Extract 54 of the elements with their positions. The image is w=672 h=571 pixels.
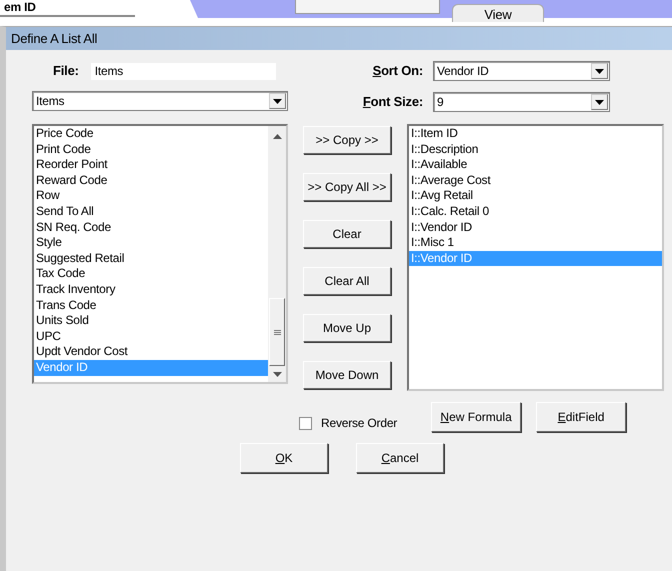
scroll-up-icon[interactable] — [272, 134, 282, 140]
list-item[interactable]: Price Code — [34, 126, 268, 142]
font-size-label: Font Size: — [362, 93, 423, 112]
scroll-thumb[interactable] — [269, 298, 285, 366]
list-item[interactable]: Reorder Point — [34, 157, 268, 173]
file-dropdown[interactable]: Items — [32, 91, 288, 111]
list-item[interactable]: Print Code — [34, 142, 268, 158]
list-item[interactable]: I::Available — [409, 157, 662, 173]
action-button[interactable]: Move Down — [303, 361, 391, 389]
list-item[interactable]: Style — [34, 235, 268, 251]
action-button[interactable]: Clear — [303, 220, 391, 248]
dropdown-arrow-icon[interactable] — [273, 98, 282, 104]
view-tab[interactable]: View — [452, 4, 544, 22]
list-item[interactable]: UPC — [34, 328, 268, 344]
list-item[interactable]: I::Average Cost — [409, 172, 662, 188]
list-item[interactable]: I::Vendor ID — [409, 220, 662, 236]
list-item[interactable]: Updt Vendor Cost — [34, 344, 268, 360]
scroll-down-icon[interactable] — [272, 372, 282, 378]
list-item[interactable]: I::Misc 1 — [409, 235, 662, 251]
window-title: Define A List All — [6, 27, 672, 50]
dialog-button[interactable]: Cancel — [356, 443, 444, 473]
list-item[interactable]: Suggested Retail — [34, 250, 268, 266]
file-label: File: — [53, 62, 79, 80]
dialog-button[interactable]: New Formula — [431, 402, 522, 432]
list-item[interactable]: Track Inventory — [34, 282, 268, 298]
list-item[interactable]: I::Avg Retail — [409, 188, 662, 204]
dropdown-arrow-icon[interactable] — [595, 68, 604, 74]
list-item[interactable]: Row — [34, 188, 268, 204]
grip-icon — [274, 330, 280, 334]
list-item[interactable]: Trans Code — [34, 298, 268, 314]
action-button[interactable]: >> Copy All >> — [303, 173, 391, 201]
list-item[interactable]: Send To All — [34, 204, 268, 220]
list-item[interactable]: Reward Code — [34, 172, 268, 188]
sort-on-dropdown[interactable]: Vendor ID — [433, 61, 610, 81]
list-item[interactable]: SN Req. Code — [34, 220, 268, 236]
scrollbar[interactable] — [268, 126, 286, 382]
list-item[interactable]: Units Sold — [34, 313, 268, 329]
list-item[interactable]: Tax Code — [34, 266, 268, 282]
file-field: Items — [90, 62, 276, 80]
action-button[interactable]: Clear All — [303, 267, 391, 295]
dialog-button[interactable]: OK — [240, 443, 328, 473]
dialog-button[interactable]: EditField — [536, 402, 626, 432]
list-item[interactable]: I::Description — [409, 142, 662, 158]
selected-fields-list[interactable]: I::Item ID I::Description I::Available I::Average Cost I::Avg Retail I::Calc. Retail 0 I::Vendor ID I::Misc 1 I::Vendor ID — [407, 124, 664, 391]
list-item[interactable]: I::Item ID — [409, 126, 662, 142]
available-fields-list[interactable]: Price Code Print Code Reorder Point Reward Code Row Send To All SN Req. Code Style Suggested Retail Tax Code Track Inventory Trans Code Units Sold UPC Updt Vendor Cost Vendor ID — [32, 124, 288, 384]
font-size-dropdown[interactable]: 9 — [433, 92, 610, 112]
reverse-order-checkbox[interactable]: Reverse Order — [299, 414, 398, 432]
sort-on-label: Sort On: — [372, 62, 423, 80]
list-item[interactable]: I::Calc. Retail 0 — [409, 204, 662, 220]
action-button[interactable]: >> Copy >> — [303, 126, 391, 154]
action-button[interactable]: Move Up — [303, 314, 391, 342]
dropdown-arrow-icon[interactable] — [595, 100, 604, 104]
background-label: em ID — [4, 0, 36, 14]
